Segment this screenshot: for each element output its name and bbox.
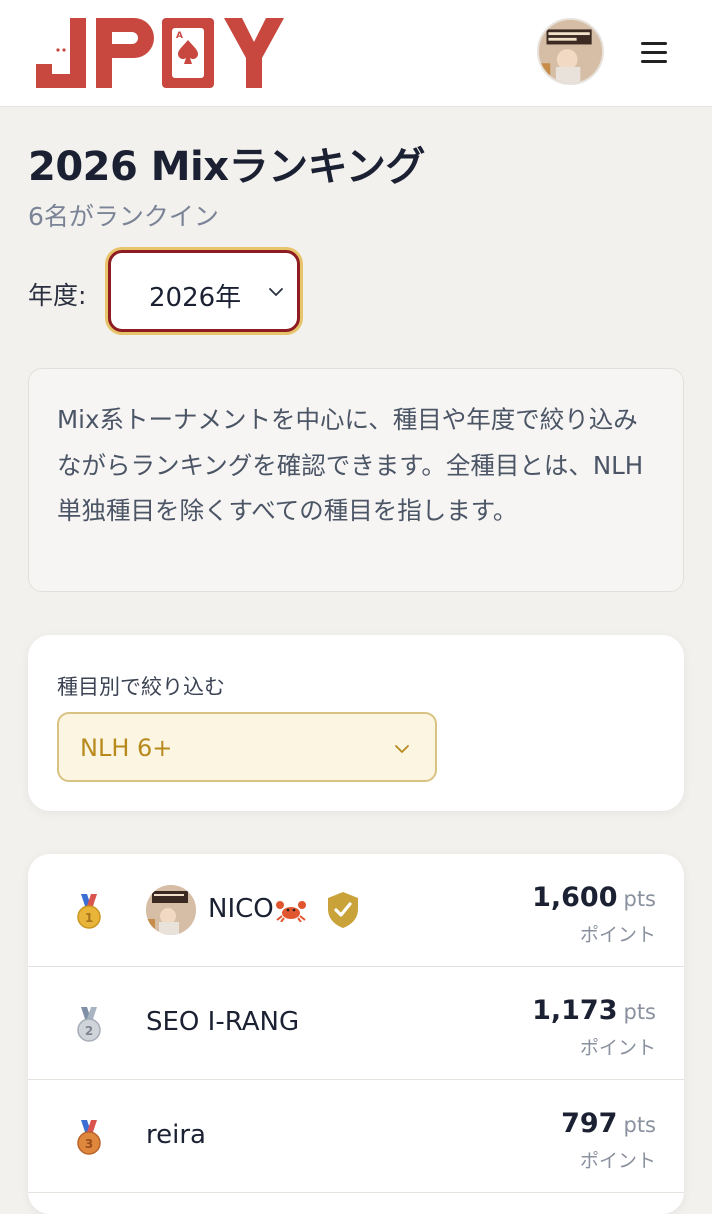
ranking-row[interactable]: 1 NICO 1,600 pts ポイント bbox=[28, 854, 684, 967]
ranking-row[interactable]: 2 SEO I-RANG 1,173 pts ポイント bbox=[28, 967, 684, 1080]
page-title: 2026 Mixランキング bbox=[28, 144, 425, 190]
logo-graphic: A bbox=[36, 18, 284, 88]
event-select-value: NLH 6+ bbox=[80, 734, 173, 762]
event-select[interactable]: NLH 6+ bbox=[57, 712, 437, 782]
svg-text:1: 1 bbox=[85, 911, 93, 925]
player-name: NICO bbox=[208, 894, 274, 924]
verified-badge-icon bbox=[328, 892, 358, 928]
player-avatar bbox=[146, 885, 196, 935]
crab-icon bbox=[276, 901, 306, 922]
points-value: 1,173 bbox=[532, 995, 618, 1026]
player-name: reira bbox=[146, 1120, 206, 1150]
year-label: 年度: bbox=[28, 281, 87, 310]
points: 1,600 pts bbox=[532, 882, 656, 913]
points-value: 797 bbox=[561, 1108, 618, 1139]
menu-bar bbox=[641, 50, 667, 54]
menu-bar bbox=[641, 41, 667, 45]
player-name: SEO I-RANG bbox=[146, 1007, 300, 1037]
ranking-list: 1 NICO 1,600 pts ポイント 2 SEO I-RANG 1,173… bbox=[28, 854, 684, 1214]
silver-medal-icon: 2 bbox=[74, 1007, 104, 1043]
hamburger-menu-icon[interactable] bbox=[632, 30, 676, 74]
svg-text:2: 2 bbox=[85, 1024, 93, 1038]
points-unit: pts bbox=[623, 1113, 656, 1137]
avatar-image bbox=[539, 20, 602, 83]
points-value: 1,600 bbox=[532, 882, 618, 913]
jpoy-logo[interactable]: A bbox=[34, 12, 288, 90]
svg-text:3: 3 bbox=[85, 1137, 93, 1151]
year-select[interactable]: 2026年 bbox=[108, 250, 300, 332]
svg-text:A: A bbox=[176, 31, 183, 41]
points-caption: ポイント bbox=[579, 924, 656, 946]
chevron-down-icon bbox=[395, 745, 409, 753]
info-card: Mix系トーナメントを中心に、種目や年度で絞り込みながらランキングを確認できます… bbox=[28, 368, 684, 592]
points: 1,173 pts bbox=[532, 995, 656, 1026]
points-unit: pts bbox=[623, 1000, 656, 1024]
user-avatar[interactable] bbox=[537, 18, 604, 85]
points-caption: ポイント bbox=[579, 1150, 656, 1172]
points-caption: ポイント bbox=[579, 1037, 656, 1059]
event-filter-label: 種目別で絞り込む bbox=[57, 675, 225, 699]
chevron-down-icon bbox=[269, 288, 283, 296]
site-header: A bbox=[0, 0, 712, 107]
event-filter-card: 種目別で絞り込む NLH 6+ bbox=[28, 635, 684, 811]
menu-bar bbox=[641, 59, 667, 63]
year-select-value: 2026年 bbox=[149, 283, 242, 313]
info-text: Mix系トーナメントを中心に、種目や年度で絞り込みながらランキングを確認できます… bbox=[57, 405, 644, 525]
points-unit: pts bbox=[623, 887, 656, 911]
gold-medal-icon: 1 bbox=[74, 894, 104, 930]
ranking-row[interactable]: 3 reira 797 pts ポイント bbox=[28, 1080, 684, 1193]
bronze-medal-icon: 3 bbox=[74, 1120, 104, 1156]
ranked-count: 6名がランクイン bbox=[28, 202, 219, 231]
points: 797 pts bbox=[561, 1108, 656, 1139]
